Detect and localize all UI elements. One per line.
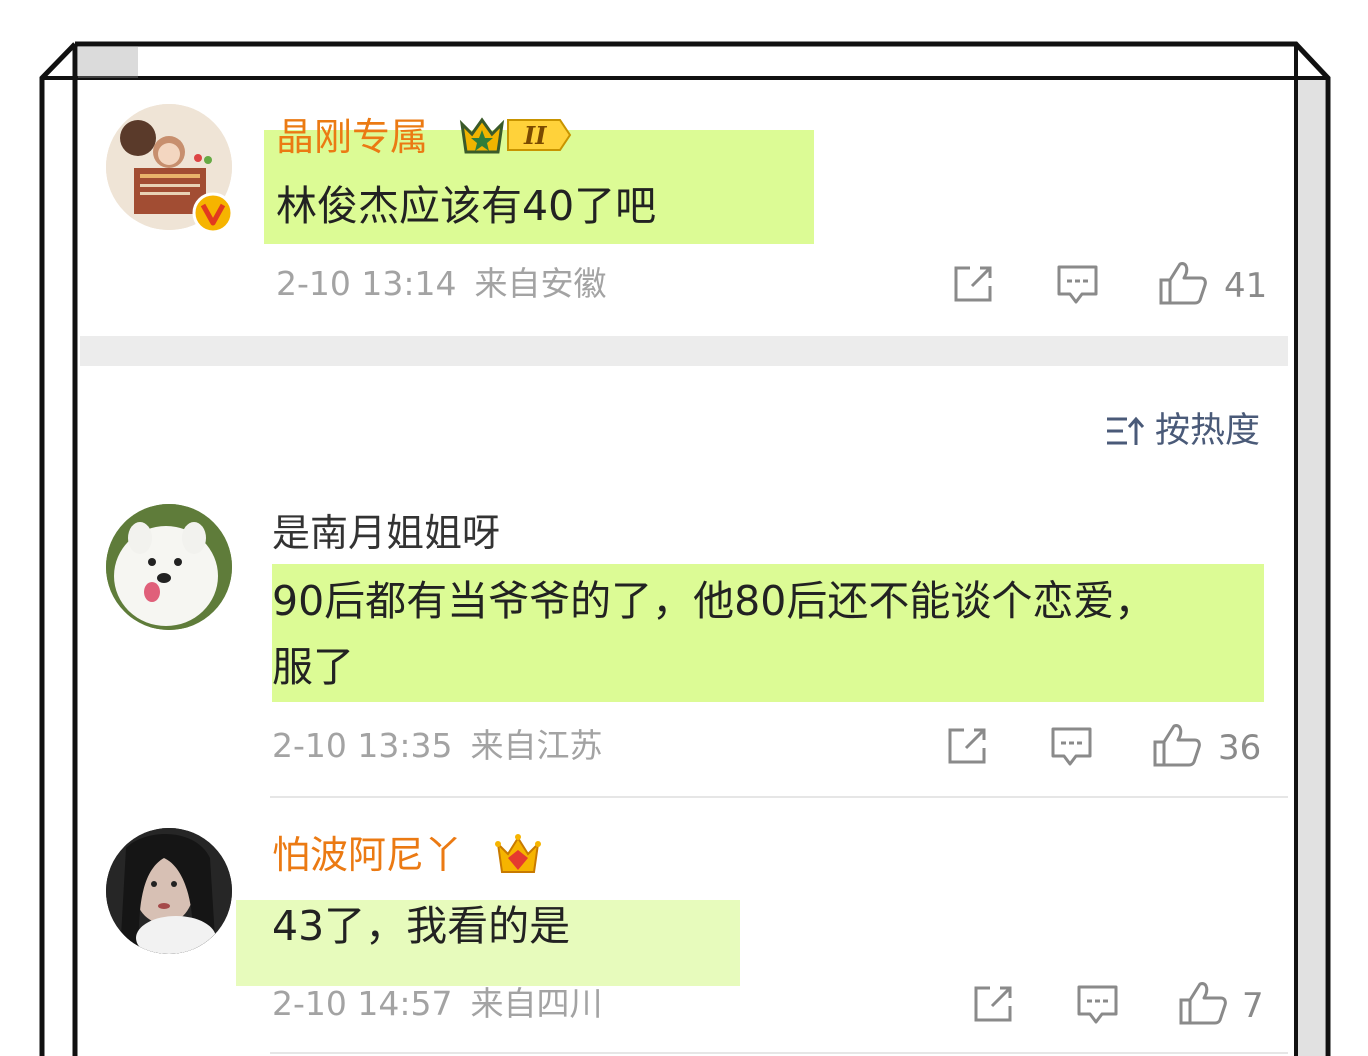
reply-icon[interactable]: [1056, 264, 1100, 306]
comment-meta: 2-10 14:57 来自四川: [272, 984, 603, 1024]
like-icon[interactable]: [1158, 260, 1208, 306]
comment-location: 来自安徽: [474, 264, 607, 303]
comment-date: 2-10 14:57: [272, 984, 453, 1023]
username[interactable]: 是南月姐姐呀: [272, 510, 500, 556]
comment-location: 来自四川: [470, 984, 603, 1023]
avatar[interactable]: [106, 828, 232, 954]
username[interactable]: 晶刚专属: [276, 114, 428, 160]
like-count: 7: [1242, 986, 1264, 1026]
svg-text:II: II: [523, 121, 547, 150]
comment-date: 2-10 13:14: [276, 264, 457, 303]
vip-crown-icon: II: [459, 117, 572, 154]
share-icon[interactable]: [946, 726, 990, 766]
comment-divider: [270, 796, 1288, 798]
share-icon[interactable]: [972, 984, 1016, 1024]
comment-text: 林俊杰应该有40了吧: [276, 182, 657, 230]
avatar[interactable]: [106, 504, 232, 630]
like-count: 41: [1224, 266, 1268, 306]
comment-date: 2-10 13:35: [272, 726, 453, 765]
comment-divider: [270, 1052, 1288, 1054]
username[interactable]: 怕波阿尼丫: [272, 832, 462, 878]
reply-icon[interactable]: [1050, 726, 1094, 768]
like-icon[interactable]: [1152, 722, 1202, 768]
sort-icon: [1106, 416, 1145, 445]
comment-text: 43了，我看的是: [272, 902, 571, 950]
comment-meta: 2-10 13:35 来自江苏: [272, 726, 603, 766]
comment-location: 来自江苏: [470, 726, 603, 765]
reply-icon[interactable]: [1076, 984, 1120, 1026]
share-icon[interactable]: [952, 264, 996, 304]
like-count: 36: [1218, 728, 1262, 768]
comment-text: 90后都有当爷爷的了，他80后还不能谈个恋爱，服了: [272, 577, 1156, 691]
section-divider: [80, 336, 1288, 366]
sort-label: 按热度: [1154, 411, 1260, 451]
sort-button[interactable]: 按热度: [1105, 410, 1260, 452]
comment-card: 晶刚专属 II 林俊杰应该有40了吧 2-10 13:14 来自安徽 41 按热…: [80, 80, 1288, 1056]
verified-v-icon: [192, 192, 234, 234]
vip-crown-icon: [495, 834, 541, 873]
like-icon[interactable]: [1178, 980, 1228, 1026]
comment-meta: 2-10 13:14 来自安徽: [276, 264, 607, 304]
